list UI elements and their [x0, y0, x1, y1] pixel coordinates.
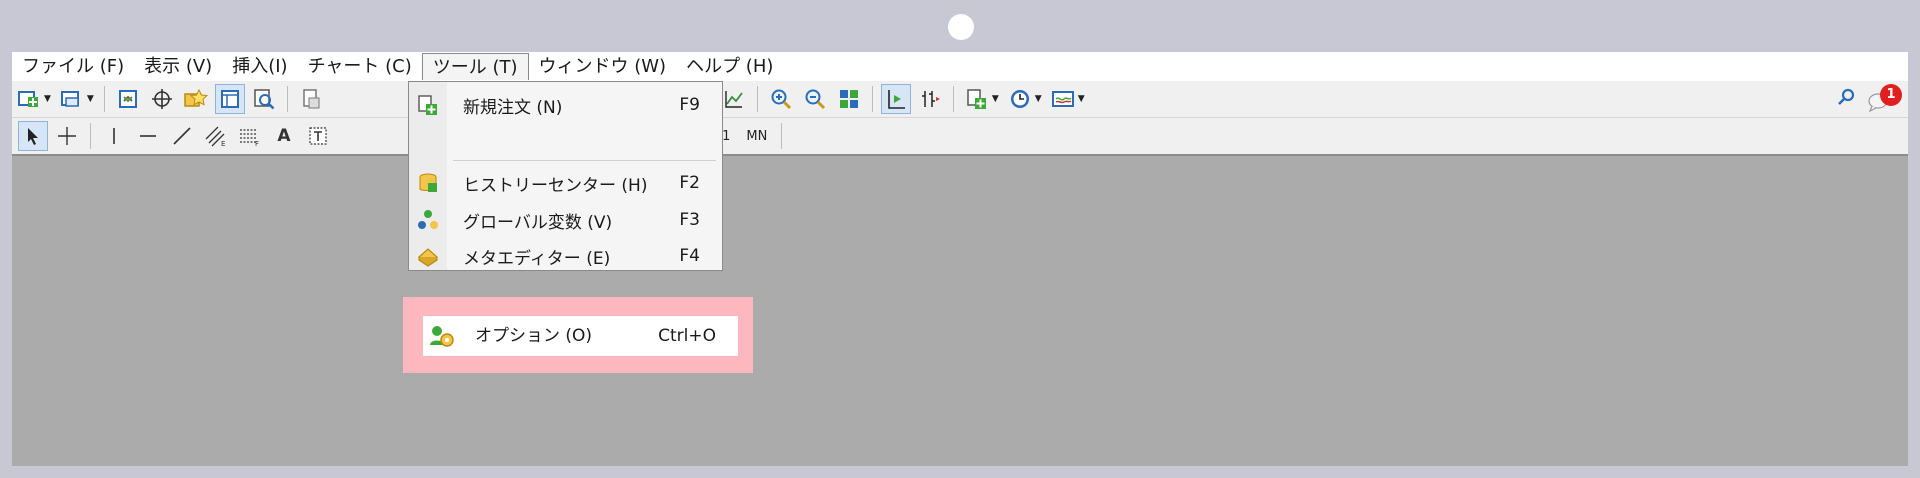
text-tool-icon[interactable]: A [269, 121, 299, 151]
chevron-down-icon[interactable]: ▼ [1078, 94, 1085, 104]
menu-item-shortcut: F3 [679, 210, 700, 230]
notifications-button[interactable]: 1 [1868, 84, 1902, 114]
equidistant-channel-icon[interactable]: E [201, 121, 231, 151]
horizontal-line-icon[interactable] [133, 121, 163, 151]
toolbar-divider [871, 86, 873, 112]
menu-item-label: ヒストリーセンター (H) [463, 175, 648, 196]
chevron-down-icon[interactable]: ▼ [992, 94, 999, 104]
menu-item-label: オプション (O) [475, 326, 593, 346]
trendline-icon[interactable] [167, 121, 197, 151]
text-label-icon[interactable] [303, 121, 333, 151]
line-chart-icon[interactable] [719, 84, 749, 114]
zoom-in-icon[interactable] [766, 84, 796, 114]
crosshair-icon[interactable] [52, 121, 82, 151]
toolbar-divider [781, 123, 783, 149]
standard-toolbar: ▼ ▼ 買 [12, 81, 1908, 118]
market-watch-icon[interactable] [113, 84, 143, 114]
toolbar-divider [952, 86, 954, 112]
menu-bar: ファイル (F) 表示 (V) 挿入(I) チャート (C) ツール (T) ウ… [12, 52, 1908, 81]
chevron-down-icon[interactable]: ▼ [44, 94, 51, 104]
meta-editor-icon [417, 245, 439, 267]
global-variables-icon [417, 209, 439, 231]
menu-separator [453, 160, 716, 161]
menu-insert[interactable]: 挿入(I) [222, 53, 297, 80]
menu-help[interactable]: ヘルプ (H) [676, 53, 783, 80]
toolbar-divider [286, 86, 288, 112]
terminal-icon[interactable] [214, 84, 245, 114]
text-tool-label: A [277, 126, 291, 146]
menu-tools[interactable]: ツール (T) [421, 53, 529, 80]
data-window-icon[interactable] [147, 84, 177, 114]
history-center-icon [417, 172, 439, 194]
chevron-down-icon[interactable]: ▼ [1035, 94, 1042, 104]
menu-item-new-order[interactable]: 新規注文 (N) F9 [409, 88, 722, 122]
svg-text:E: E [221, 140, 225, 147]
menu-item-shortcut: F9 [679, 95, 700, 115]
svg-text:F: F [255, 140, 259, 147]
menu-view[interactable]: 表示 (V) [134, 53, 222, 80]
new-chart-icon[interactable] [14, 84, 44, 114]
menu-item-history-center[interactable]: ヒストリーセンター (H) F2 [409, 166, 722, 200]
menu-item-meta-editor[interactable]: メタエディター (E) F4 [409, 239, 722, 273]
profiles-icon[interactable] [57, 84, 87, 114]
strategy-tester-icon[interactable] [249, 84, 279, 114]
fibonacci-icon[interactable]: F [235, 121, 265, 151]
vertical-line-icon[interactable] [99, 121, 129, 151]
auto-scroll-icon[interactable] [880, 84, 911, 114]
menu-item-shortcut: F2 [679, 173, 700, 193]
tools-dropdown-menu: 新規注文 (N) F9 ヒストリーセンター (H) F2 グローバル変数 (V)… [408, 81, 723, 271]
menu-item-label: 新規注文 (N) [463, 97, 563, 118]
menu-item-label: メタエディター (E) [463, 248, 611, 269]
menu-item-options[interactable]: オプション (O) Ctrl+O [423, 316, 738, 356]
notification-badge: 1 [1880, 84, 1902, 106]
search-icon[interactable] [1836, 87, 1856, 111]
tile-windows-icon[interactable] [834, 84, 864, 114]
options-highlight: オプション (O) Ctrl+O [403, 297, 753, 373]
toolbar-divider [103, 86, 105, 112]
toolbar-divider [90, 123, 91, 149]
menu-item-global-variables[interactable]: グローバル変数 (V) F3 [409, 203, 722, 237]
menu-item-label: グローバル変数 (V) [463, 212, 613, 233]
indicators-icon[interactable] [962, 84, 992, 114]
zoom-out-icon[interactable] [800, 84, 830, 114]
menu-file[interactable]: ファイル (F) [12, 53, 134, 80]
timeframe-mn[interactable]: MN [746, 129, 767, 144]
menu-item-shortcut: F4 [679, 246, 700, 266]
cursor-icon[interactable] [18, 121, 48, 151]
chevron-down-icon[interactable]: ▼ [87, 94, 94, 104]
navigator-icon[interactable] [181, 84, 211, 114]
menu-window[interactable]: ウィンドウ (W) [529, 53, 677, 80]
menu-item-shortcut: Ctrl+O [658, 326, 716, 346]
periods-icon[interactable] [1005, 84, 1035, 114]
drawing-toolbar: E F A D1 W1 MN [12, 118, 1908, 156]
device-camera [948, 14, 974, 40]
options-icon [429, 324, 455, 348]
templates-icon[interactable] [1048, 84, 1078, 114]
document-icon[interactable] [296, 84, 326, 114]
application-window: ファイル (F) 表示 (V) 挿入(I) チャート (C) ツール (T) ウ… [12, 52, 1908, 466]
toolbar-divider [756, 86, 758, 112]
new-order-icon [417, 94, 439, 116]
chart-shift-icon[interactable] [915, 84, 945, 114]
menu-chart[interactable]: チャート (C) [298, 53, 422, 80]
